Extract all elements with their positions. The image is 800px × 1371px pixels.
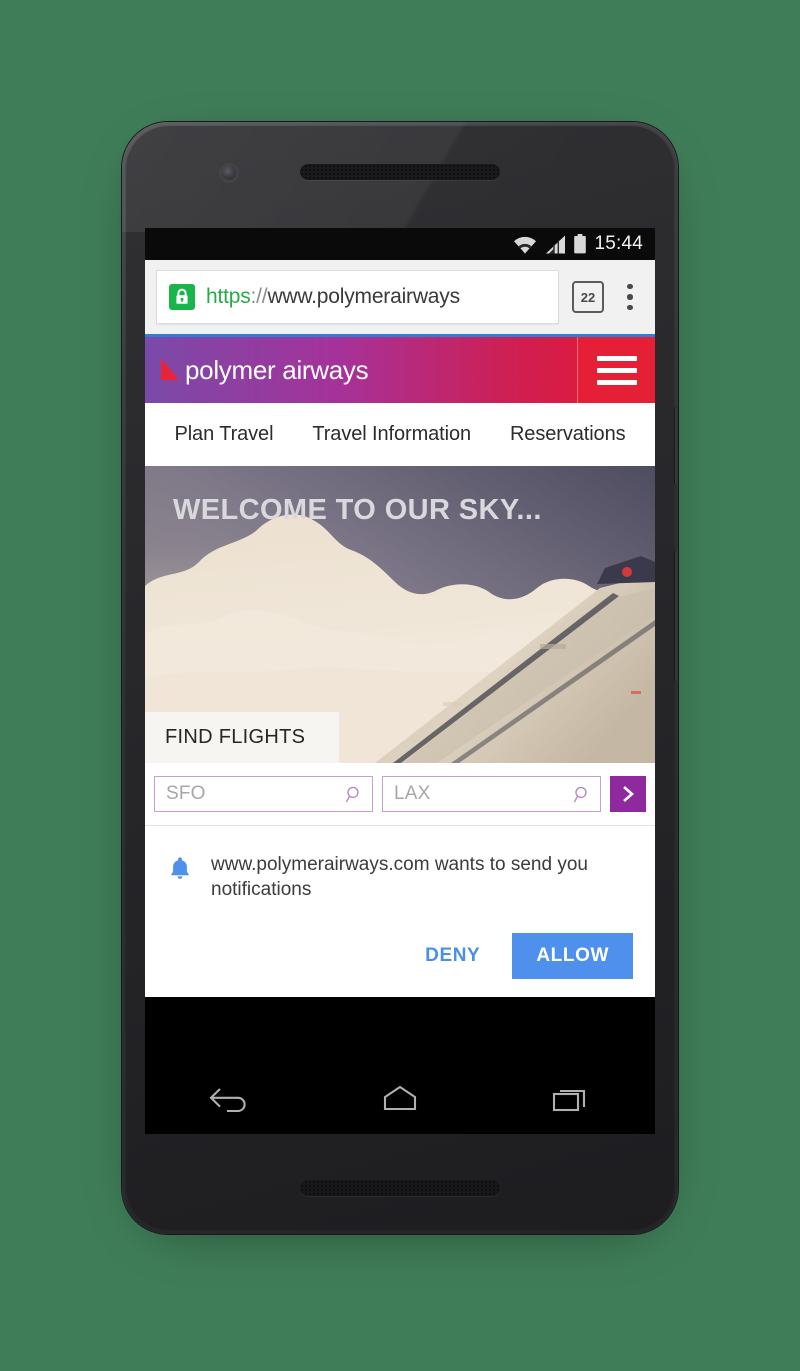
power-button[interactable] (675, 407, 678, 485)
origin-placeholder: SFO (166, 783, 206, 804)
dialog-actions: DENY ALLOW (167, 932, 633, 979)
allow-button[interactable]: ALLOW (512, 932, 633, 979)
browser-toolbar: https://www.polymerairways 22 (145, 260, 655, 334)
bottom-speaker (300, 1180, 500, 1196)
notification-permission-dialog: www.polymerairways.com wants to send you… (145, 826, 655, 997)
back-button[interactable] (200, 1083, 260, 1113)
home-button[interactable] (370, 1083, 430, 1113)
earpiece-speaker (300, 164, 500, 180)
signal-icon (546, 235, 566, 253)
site-nav: Plan Travel Travel Information Reservati… (145, 403, 655, 466)
origin-input[interactable]: SFO (154, 776, 373, 812)
chevron-right-icon (623, 786, 634, 802)
nav-item-reservations[interactable]: Reservations (510, 423, 626, 446)
android-status-bar: 15:44 (145, 228, 655, 260)
magnifier-icon (345, 786, 359, 802)
destination-placeholder: LAX (394, 783, 431, 804)
omnibox[interactable]: https://www.polymerairways (156, 270, 559, 324)
deny-button[interactable]: DENY (403, 933, 502, 979)
site-header: polymer airways (145, 337, 655, 403)
permission-message: www.polymerairways.com wants to send you… (211, 852, 633, 903)
magnifier-icon (573, 786, 587, 802)
flight-search-bar: SFO LAX (145, 763, 655, 825)
dialog-body: www.polymerairways.com wants to send you… (167, 852, 633, 903)
permission-origin: www.polymerairways.com (211, 854, 430, 875)
lock-icon (169, 284, 195, 310)
search-submit-button[interactable] (610, 776, 646, 812)
url-scheme: https (206, 285, 251, 308)
tab-counter-button[interactable]: 22 (572, 281, 604, 313)
kebab-menu-icon[interactable] (613, 283, 647, 311)
hero-banner: WELCOME TO OUR SKY... FIND FLIGHTS (145, 466, 655, 763)
nav-item-plan-travel[interactable]: Plan Travel (174, 423, 273, 446)
bell-icon (170, 857, 190, 879)
wifi-icon (514, 236, 537, 253)
back-arrow-icon (209, 1088, 246, 1113)
status-bar-clock: 15:44 (594, 233, 643, 254)
find-flights-tab[interactable]: FIND FLIGHTS (145, 712, 340, 763)
volume-button[interactable] (675, 550, 678, 682)
battery-icon (574, 234, 587, 254)
front-camera-icon (222, 166, 236, 180)
brand-name: polymer airways (185, 354, 369, 385)
nav-item-travel-information[interactable]: Travel Information (312, 423, 471, 446)
screenshot-stage: 15:44 https://www.polymerairways 22 poly… (0, 0, 800, 1371)
phone-device: 15:44 https://www.polymerairways 22 poly… (122, 122, 678, 1234)
brand[interactable]: polymer airways (145, 337, 577, 403)
hamburger-menu-icon[interactable] (577, 337, 655, 403)
phone-screen: 15:44 https://www.polymerairways 22 poly… (145, 228, 655, 1134)
recents-icon (552, 1089, 586, 1112)
android-navigation-bar (145, 1062, 655, 1134)
airline-triangle-logo-icon (161, 358, 179, 380)
recents-button[interactable] (540, 1083, 600, 1113)
url-text: https://www.polymerairways (206, 285, 460, 309)
hero-title: WELCOME TO OUR SKY... (173, 494, 542, 526)
home-icon (383, 1085, 417, 1111)
destination-input[interactable]: LAX (382, 776, 601, 812)
url-host: www.polymerairways (267, 285, 460, 308)
url-separator: :// (250, 285, 268, 308)
